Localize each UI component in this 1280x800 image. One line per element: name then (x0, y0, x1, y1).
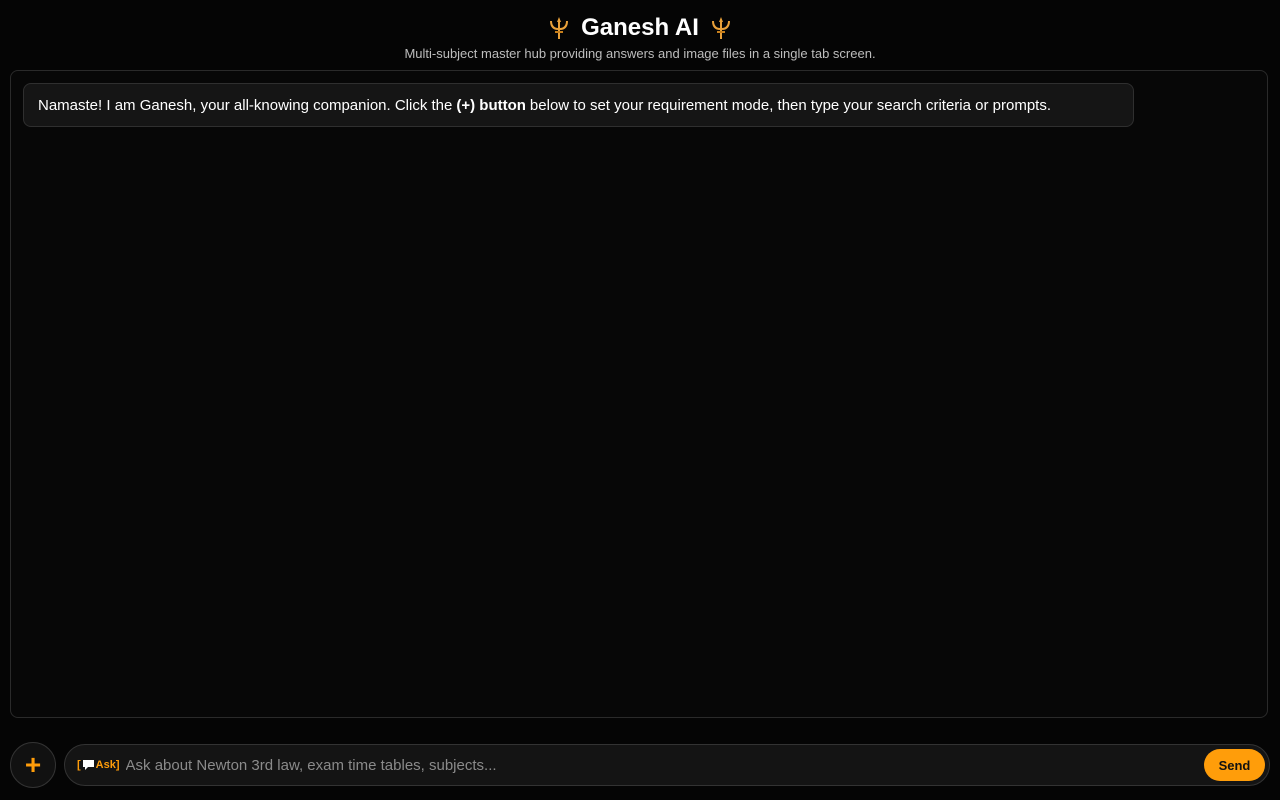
header: Ganesh AI Multi-subject master hub provi… (0, 12, 1280, 62)
mode-tag-open: [ (77, 759, 81, 771)
welcome-text-after: below to set your requirement mode, then… (529, 96, 1051, 114)
trident-icon (550, 17, 569, 39)
mode-tag: [ Ask] (77, 759, 120, 771)
chat-panel[interactable]: Namaste! I am Ganesh, your all-knowing c… (10, 70, 1268, 718)
trident-icon (711, 17, 730, 39)
title-text: Ganesh AI (581, 14, 699, 41)
page-subtitle: Multi-subject master hub providing answe… (404, 46, 876, 61)
prompt-input-wrapper[interactable]: [ Ask] Send (64, 744, 1270, 786)
mode-tag-label: Ask] (95, 759, 120, 771)
app-root: Ganesh AI Multi-subject master hub provi… (0, 0, 1280, 800)
welcome-text-bold: (+) button (456, 96, 526, 114)
welcome-text-before: Namaste! I am Ganesh, your all-knowing c… (38, 96, 453, 114)
mode-plus-button[interactable]: + (10, 742, 56, 788)
page-title: Ganesh AI (0, 12, 1280, 44)
send-button[interactable]: Send (1204, 749, 1265, 781)
composer-bar: + [ Ask] Send (10, 742, 1270, 788)
prompt-input[interactable] (123, 749, 1204, 781)
welcome-message: Namaste! I am Ganesh, your all-knowing c… (23, 83, 1134, 127)
speech-bubble-icon (82, 760, 94, 770)
